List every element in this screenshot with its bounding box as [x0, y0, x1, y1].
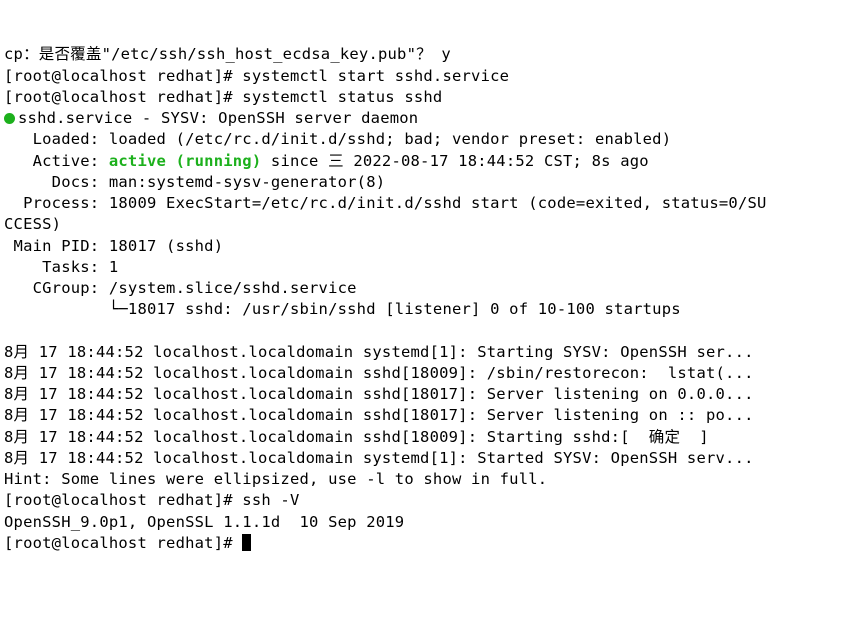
- line: sshd.service - SYSV: OpenSSH server daem…: [18, 109, 418, 127]
- line: Docs: man:systemd-sysv-generator(8): [4, 173, 385, 191]
- line: CGroup: /system.slice/sshd.service: [4, 279, 357, 297]
- line: [root@localhost redhat]# ssh -V: [4, 491, 300, 509]
- line: └─18017 sshd: /usr/sbin/sshd [listener] …: [4, 300, 681, 318]
- active-status: active (running): [109, 152, 262, 170]
- log-line: 8月 17 18:44:52 localhost.localdomain sys…: [4, 343, 754, 361]
- line: [root@localhost redhat]# systemctl start…: [4, 67, 509, 85]
- line: Tasks: 1: [4, 258, 118, 276]
- line: cp：是否覆盖"/etc/ssh/ssh_host_ecdsa_key.pub"…: [4, 45, 451, 63]
- line-part: Active:: [4, 152, 109, 170]
- line-part: since 三 2022-08-17 18:44:52 CST; 8s ago: [261, 152, 648, 170]
- log-line: 8月 17 18:44:52 localhost.localdomain sys…: [4, 449, 754, 467]
- status-bullet-icon: [4, 113, 15, 124]
- terminal-output[interactable]: cp：是否覆盖"/etc/ssh/ssh_host_ecdsa_key.pub"…: [4, 44, 861, 554]
- line: CCESS): [4, 215, 61, 233]
- line: Main PID: 18017 (sshd): [4, 237, 223, 255]
- shell-prompt: [root@localhost redhat]#: [4, 534, 242, 552]
- ssh-version-line: OpenSSH_9.0p1, OpenSSL 1.1.1d 10 Sep 201…: [4, 513, 404, 531]
- log-line: 8月 17 18:44:52 localhost.localdomain ssh…: [4, 364, 754, 382]
- line: [root@localhost redhat]# systemctl statu…: [4, 88, 442, 106]
- line: Loaded: loaded (/etc/rc.d/init.d/sshd; b…: [4, 130, 671, 148]
- cursor-icon: [242, 534, 251, 551]
- line: Process: 18009 ExecStart=/etc/rc.d/init.…: [4, 194, 767, 212]
- log-line: 8月 17 18:44:52 localhost.localdomain ssh…: [4, 428, 709, 446]
- log-line: 8月 17 18:44:52 localhost.localdomain ssh…: [4, 406, 754, 424]
- log-line: 8月 17 18:44:52 localhost.localdomain ssh…: [4, 385, 754, 403]
- hint-line: Hint: Some lines were ellipsized, use -l…: [4, 470, 547, 488]
